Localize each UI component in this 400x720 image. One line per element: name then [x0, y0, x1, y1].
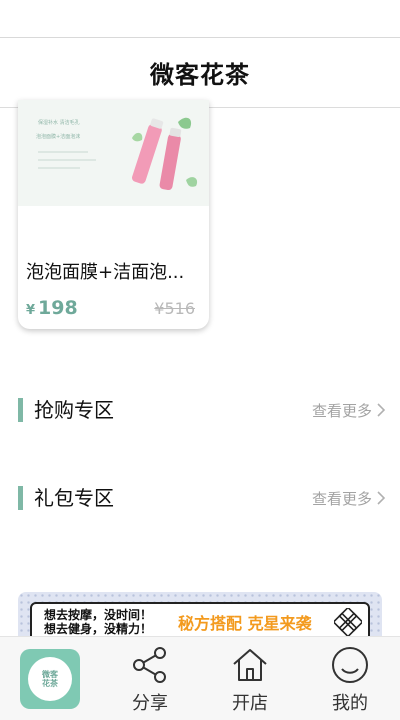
app-logo-icon: 微客 花茶 [28, 657, 72, 701]
flash-sale-title: 抢购专区 [34, 398, 114, 422]
original-price: ¥516 [154, 299, 195, 318]
tab-profile-label: 我的 [332, 693, 368, 714]
promo-line-1: 想去按摩，没时间！ [44, 608, 153, 622]
chevron-right-icon [377, 491, 386, 505]
product-image-caption-1: 保湿补水 清洁毛孔 [38, 119, 80, 126]
flash-sale-section-header: 抢购专区 查看更多 [0, 396, 400, 424]
tab-open-store-label: 开店 [232, 693, 268, 714]
product-name: 泡泡面膜+洁面泡... [26, 262, 185, 283]
tab-share[interactable]: 分享 [115, 645, 185, 715]
gift-pack-more-link[interactable]: 查看更多 [312, 484, 386, 512]
share-icon [133, 647, 166, 683]
currency-symbol: ¥ [26, 303, 36, 318]
navigation-bar: 微客花茶 [0, 38, 400, 108]
brand-logo-icon [334, 608, 362, 636]
gift-pack-section-header: 礼包专区 查看更多 [0, 484, 400, 512]
tab-open-store[interactable]: 开店 [215, 645, 285, 715]
promo-slogan: 秘方搭配 克星来袭 [178, 614, 312, 633]
app-screen: 微客花茶 保湿补水 清洁毛孔 泡泡面膜+洁面泡沫 泡泡面膜+洁面泡... ¥ 1… [0, 0, 400, 720]
more-label: 查看更多 [311, 401, 372, 420]
product-card[interactable]: 保湿补水 清洁毛孔 泡泡面膜+洁面泡沫 泡泡面膜+洁面泡... ¥ 198 ¥5… [18, 100, 209, 329]
status-bar-area [0, 0, 400, 38]
page-title: 微客花茶 [150, 61, 250, 89]
store-icon [233, 649, 267, 681]
current-price-value: 198 [38, 297, 78, 319]
section-accent-bar [18, 486, 23, 510]
product-image: 保湿补水 清洁毛孔 泡泡面膜+洁面泡沫 [18, 100, 209, 206]
chevron-right-icon [377, 403, 386, 417]
flash-sale-more-link[interactable]: 查看更多 [312, 396, 386, 424]
section-accent-bar [18, 398, 23, 422]
tab-profile[interactable]: 我的 [315, 645, 385, 715]
profile-icon [332, 647, 368, 683]
bottom-tab-bar: 微客 花茶 分享 开店 我的 [0, 636, 400, 720]
price-row: ¥198 ¥516 [26, 297, 195, 319]
current-price: ¥198 [26, 297, 78, 319]
logo-text-line-1: 微客 [42, 670, 58, 679]
logo-text-line-2: 花茶 [42, 679, 58, 688]
promo-line-2: 想去健身，没精力！ [44, 622, 153, 636]
promo-banner-text: 想去按摩，没时间！ 想去健身，没精力！ [44, 608, 152, 636]
product-image-caption-2: 泡泡面膜+洁面泡沫 [36, 133, 80, 140]
product-image-graphic: 保湿补水 清洁毛孔 泡泡面膜+洁面泡沫 [18, 100, 209, 206]
gift-pack-title: 礼包专区 [34, 486, 114, 510]
more-label: 查看更多 [311, 489, 372, 508]
tab-home-logo[interactable]: 微客 花茶 [20, 649, 80, 709]
tab-share-label: 分享 [132, 693, 168, 714]
